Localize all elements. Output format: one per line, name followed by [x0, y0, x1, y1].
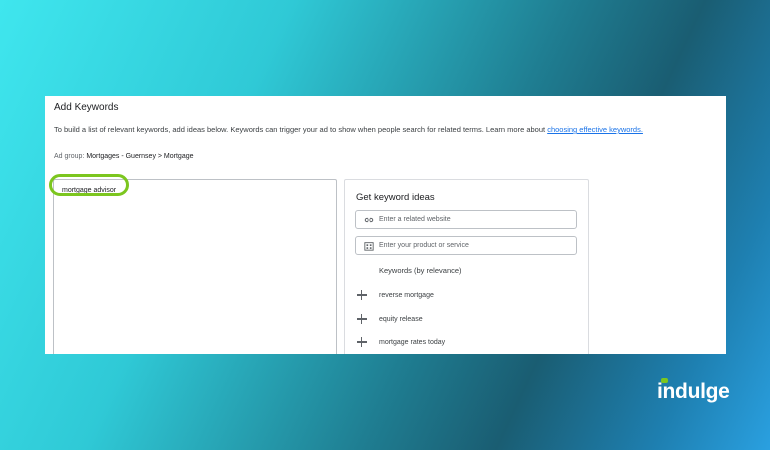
store-icon: [364, 241, 374, 251]
keyword-idea-label: equity release: [379, 315, 423, 323]
product-service-input[interactable]: Enter your product or service: [355, 236, 577, 255]
keyword-idea-label: reverse mortgage: [379, 291, 434, 299]
ad-group-label: Ad group:: [54, 153, 87, 160]
add-keywords-panel: Add Keywords To build a list of relevant…: [45, 96, 726, 354]
related-website-placeholder: Enter a related website: [379, 216, 451, 223]
description-body: To build a list of relevant keywords, ad…: [54, 125, 548, 134]
keyword-idea-item[interactable]: equity release: [357, 313, 423, 325]
keyword-idea-item[interactable]: mortgage rates today: [357, 336, 445, 348]
plus-icon[interactable]: [357, 314, 367, 324]
keyword-ideas-title: Get keyword ideas: [356, 192, 435, 203]
keyword-ideas-panel: Get keyword ideas Enter a related websit…: [344, 179, 589, 354]
logo-text: indulge: [657, 380, 730, 403]
learn-more-link[interactable]: choosing effective keywords.: [547, 125, 643, 134]
ad-group-breadcrumb: Ad group: Mortgages - Guernsey > Mortgag…: [54, 153, 194, 160]
related-website-input[interactable]: Enter a related website: [355, 210, 577, 229]
plus-icon[interactable]: [357, 290, 367, 300]
plus-icon[interactable]: [357, 337, 367, 347]
keywords-textarea[interactable]: mortgage advisor: [53, 179, 337, 354]
logo-accent-dot: [661, 378, 668, 383]
keywords-by-relevance-header: Keywords (by relevance): [379, 266, 462, 275]
highlight-ring: [49, 174, 129, 196]
ad-group-value[interactable]: Mortgages - Guernsey > Mortgage: [86, 153, 193, 160]
product-service-placeholder: Enter your product or service: [379, 242, 469, 249]
page-title: Add Keywords: [54, 102, 119, 113]
keyword-idea-label: mortgage rates today: [379, 338, 446, 346]
link-icon: [364, 217, 374, 222]
keyword-idea-item[interactable]: reverse mortgage: [357, 289, 434, 301]
description-text: To build a list of relevant keywords, ad…: [54, 125, 643, 134]
indulge-logo: indulge: [657, 376, 730, 410]
